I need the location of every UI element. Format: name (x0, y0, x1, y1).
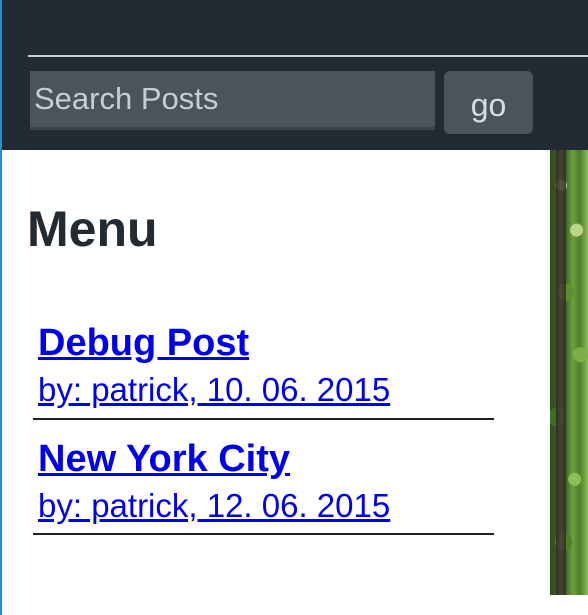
post-meta-link[interactable]: by: patrick, 12. 06. 2015 (38, 484, 390, 528)
page: go Menu Debug Post by: patrick, 10. 06. … (0, 0, 588, 615)
forest-photo (550, 150, 588, 595)
header-divider (28, 55, 588, 57)
search-input[interactable] (30, 71, 435, 130)
post-title-link[interactable]: New York City (38, 434, 290, 484)
tree-trunk (556, 150, 566, 595)
post-item: Debug Post by: patrick, 10. 06. 2015 (33, 318, 494, 420)
go-button[interactable]: go (444, 71, 533, 134)
post-meta-link[interactable]: by: patrick, 10. 06. 2015 (38, 368, 390, 412)
post-item: New York City by: patrick, 12. 06. 2015 (33, 434, 494, 535)
menu-heading: Menu (27, 201, 158, 257)
post-title-link[interactable]: Debug Post (38, 318, 249, 368)
